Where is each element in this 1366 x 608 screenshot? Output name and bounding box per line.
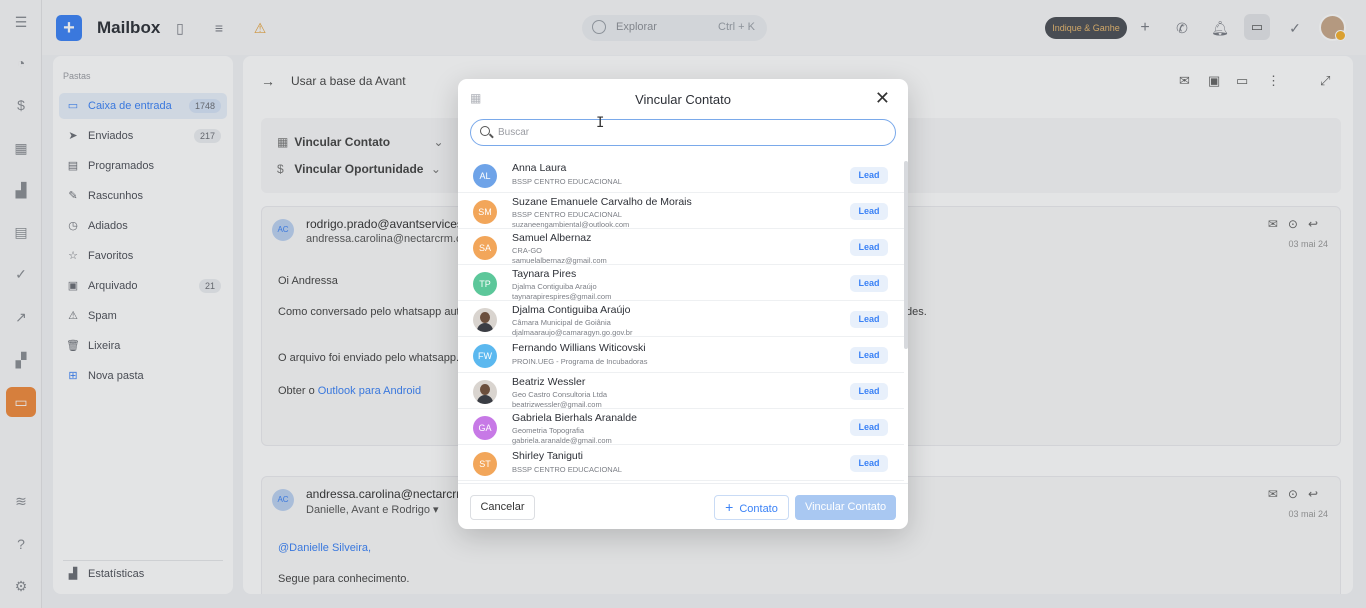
contact-row[interactable]: SM Suzane Emanuele Carvalho de Morais BSSP… — [458, 193, 904, 229]
contact-row[interactable]: SA Samuel Albernaz CRA-GO samuelalbernaz@gm… — [458, 229, 904, 265]
contact-avatar: AL — [473, 164, 497, 188]
lead-badge: Lead — [850, 419, 888, 436]
contact-avatar: GA — [473, 416, 497, 440]
contact-row[interactable]: FW Fernando Willians Witicovski PROIN.UEG … — [458, 337, 904, 373]
contact-name: Beatriz Wessler — [512, 376, 586, 388]
contact-email: djalmaaraujo@camaragyn.go.gov.br — [512, 328, 633, 337]
contact-list: AL Anna Laura BSSP CENTRO EDUCACIONAL Lead S… — [458, 157, 904, 483]
lead-badge: Lead — [850, 311, 888, 328]
lead-badge: Lead — [850, 383, 888, 400]
contact-email: taynarapirespires@gmail.com — [512, 292, 612, 301]
avatar-initials: AL — [479, 171, 491, 181]
contact-row[interactable]: ST Shirley Taniguti BSSP CENTRO EDUCACIONA… — [458, 445, 904, 481]
contact-row[interactable]: AL Anna Laura BSSP CENTRO EDUCACIONAL Lead — [458, 157, 904, 193]
contact-name: Suzane Emanuele Carvalho de Morais — [512, 196, 692, 208]
avatar-initials: SM — [478, 207, 492, 217]
contact-company: BSSP CENTRO EDUCACIONAL — [512, 177, 622, 186]
add-contact-label: Contato — [739, 503, 778, 515]
cancel-button[interactable]: Cancelar — [470, 495, 535, 520]
contact-company: CRA-GO — [512, 246, 542, 255]
scrollbar[interactable] — [904, 161, 908, 349]
contact-row[interactable]: Djalma Contiguiba Araújo Câmara Municipal… — [458, 301, 904, 337]
contact-email: gabriela.aranalde@gmail.com — [512, 436, 612, 445]
lead-badge: Lead — [850, 455, 888, 472]
add-contact-button[interactable]: + Contato — [714, 495, 789, 520]
modal-footer: Cancelar + Contato Vincular Contato — [458, 483, 908, 529]
contact-company: BSSP CENTRO EDUCACIONAL — [512, 210, 622, 219]
contact-company: Geo Castro Consultoria Ltda — [512, 390, 608, 399]
link-contact-button[interactable]: Vincular Contato — [795, 495, 896, 520]
lead-badge: Lead — [850, 167, 888, 184]
text-cursor-icon: I — [596, 115, 605, 131]
contact-avatar: SM — [473, 200, 497, 224]
lead-badge: Lead — [850, 275, 888, 292]
lead-badge: Lead — [850, 347, 888, 364]
contact-row[interactable]: TP Taynara Pires Djalma Contiguiba Araújo t… — [458, 265, 904, 301]
contact-row[interactable]: GA Gabriela Bierhals Aranalde Geometria To… — [458, 409, 904, 445]
lead-badge: Lead — [850, 239, 888, 256]
contact-avatar — [473, 308, 497, 332]
contact-company: Geometria Topografia — [512, 426, 584, 435]
avatar-initials: TP — [479, 279, 491, 289]
avatar-initials: FW — [478, 351, 492, 361]
contact-avatar — [473, 380, 497, 404]
search-icon — [480, 126, 490, 136]
contact-email: samuelalbernaz@gmail.com — [512, 256, 607, 265]
contact-name: Anna Laura — [512, 162, 567, 174]
contact-company: BSSP CENTRO EDUCACIONAL — [512, 465, 622, 474]
avatar-initials: ST — [479, 459, 491, 469]
modal-title: Vincular Contato — [635, 92, 731, 107]
contact-row[interactable]: Beatriz Wessler Geo Castro Consultoria Lt… — [458, 373, 904, 409]
contact-search-input[interactable] — [498, 124, 878, 141]
contact-name: Fernando Willians Witicovski — [512, 342, 646, 354]
avatar-initials: GA — [478, 423, 492, 433]
contact-avatar: FW — [473, 344, 497, 368]
contact-avatar: ST — [473, 452, 497, 476]
contact-name: Shirley Taniguti — [512, 450, 584, 462]
contact-email: suzaneengambiental@outlook.com — [512, 220, 630, 229]
contact-name: Gabriela Bierhals Aranalde — [512, 412, 637, 424]
avatar-initials: SA — [478, 243, 491, 253]
link-contact-modal: ▦ Vincular Contato ✕ I ALAnna LauraBSSP … — [458, 79, 908, 529]
contact-avatar: TP — [473, 272, 497, 296]
contact-search[interactable] — [470, 119, 896, 146]
contact-email: beatrizwessler@gmail.com — [512, 400, 602, 409]
contact-name: Samuel Albernaz — [512, 232, 592, 244]
contact-avatar: SA — [473, 236, 497, 260]
contact-name: Djalma Contiguiba Araújo — [512, 304, 631, 316]
lead-badge: Lead — [850, 203, 888, 220]
contact-name: Taynara Pires — [512, 268, 577, 280]
contact-company: PROIN.UEG - Programa de Incubadoras — [512, 357, 648, 366]
contact-company: Djalma Contiguiba Araújo — [512, 282, 597, 291]
plus-icon: + — [725, 499, 734, 515]
contact-company: Câmara Municipal de Goiânia — [512, 318, 611, 327]
close-icon[interactable]: ✕ — [875, 88, 890, 109]
